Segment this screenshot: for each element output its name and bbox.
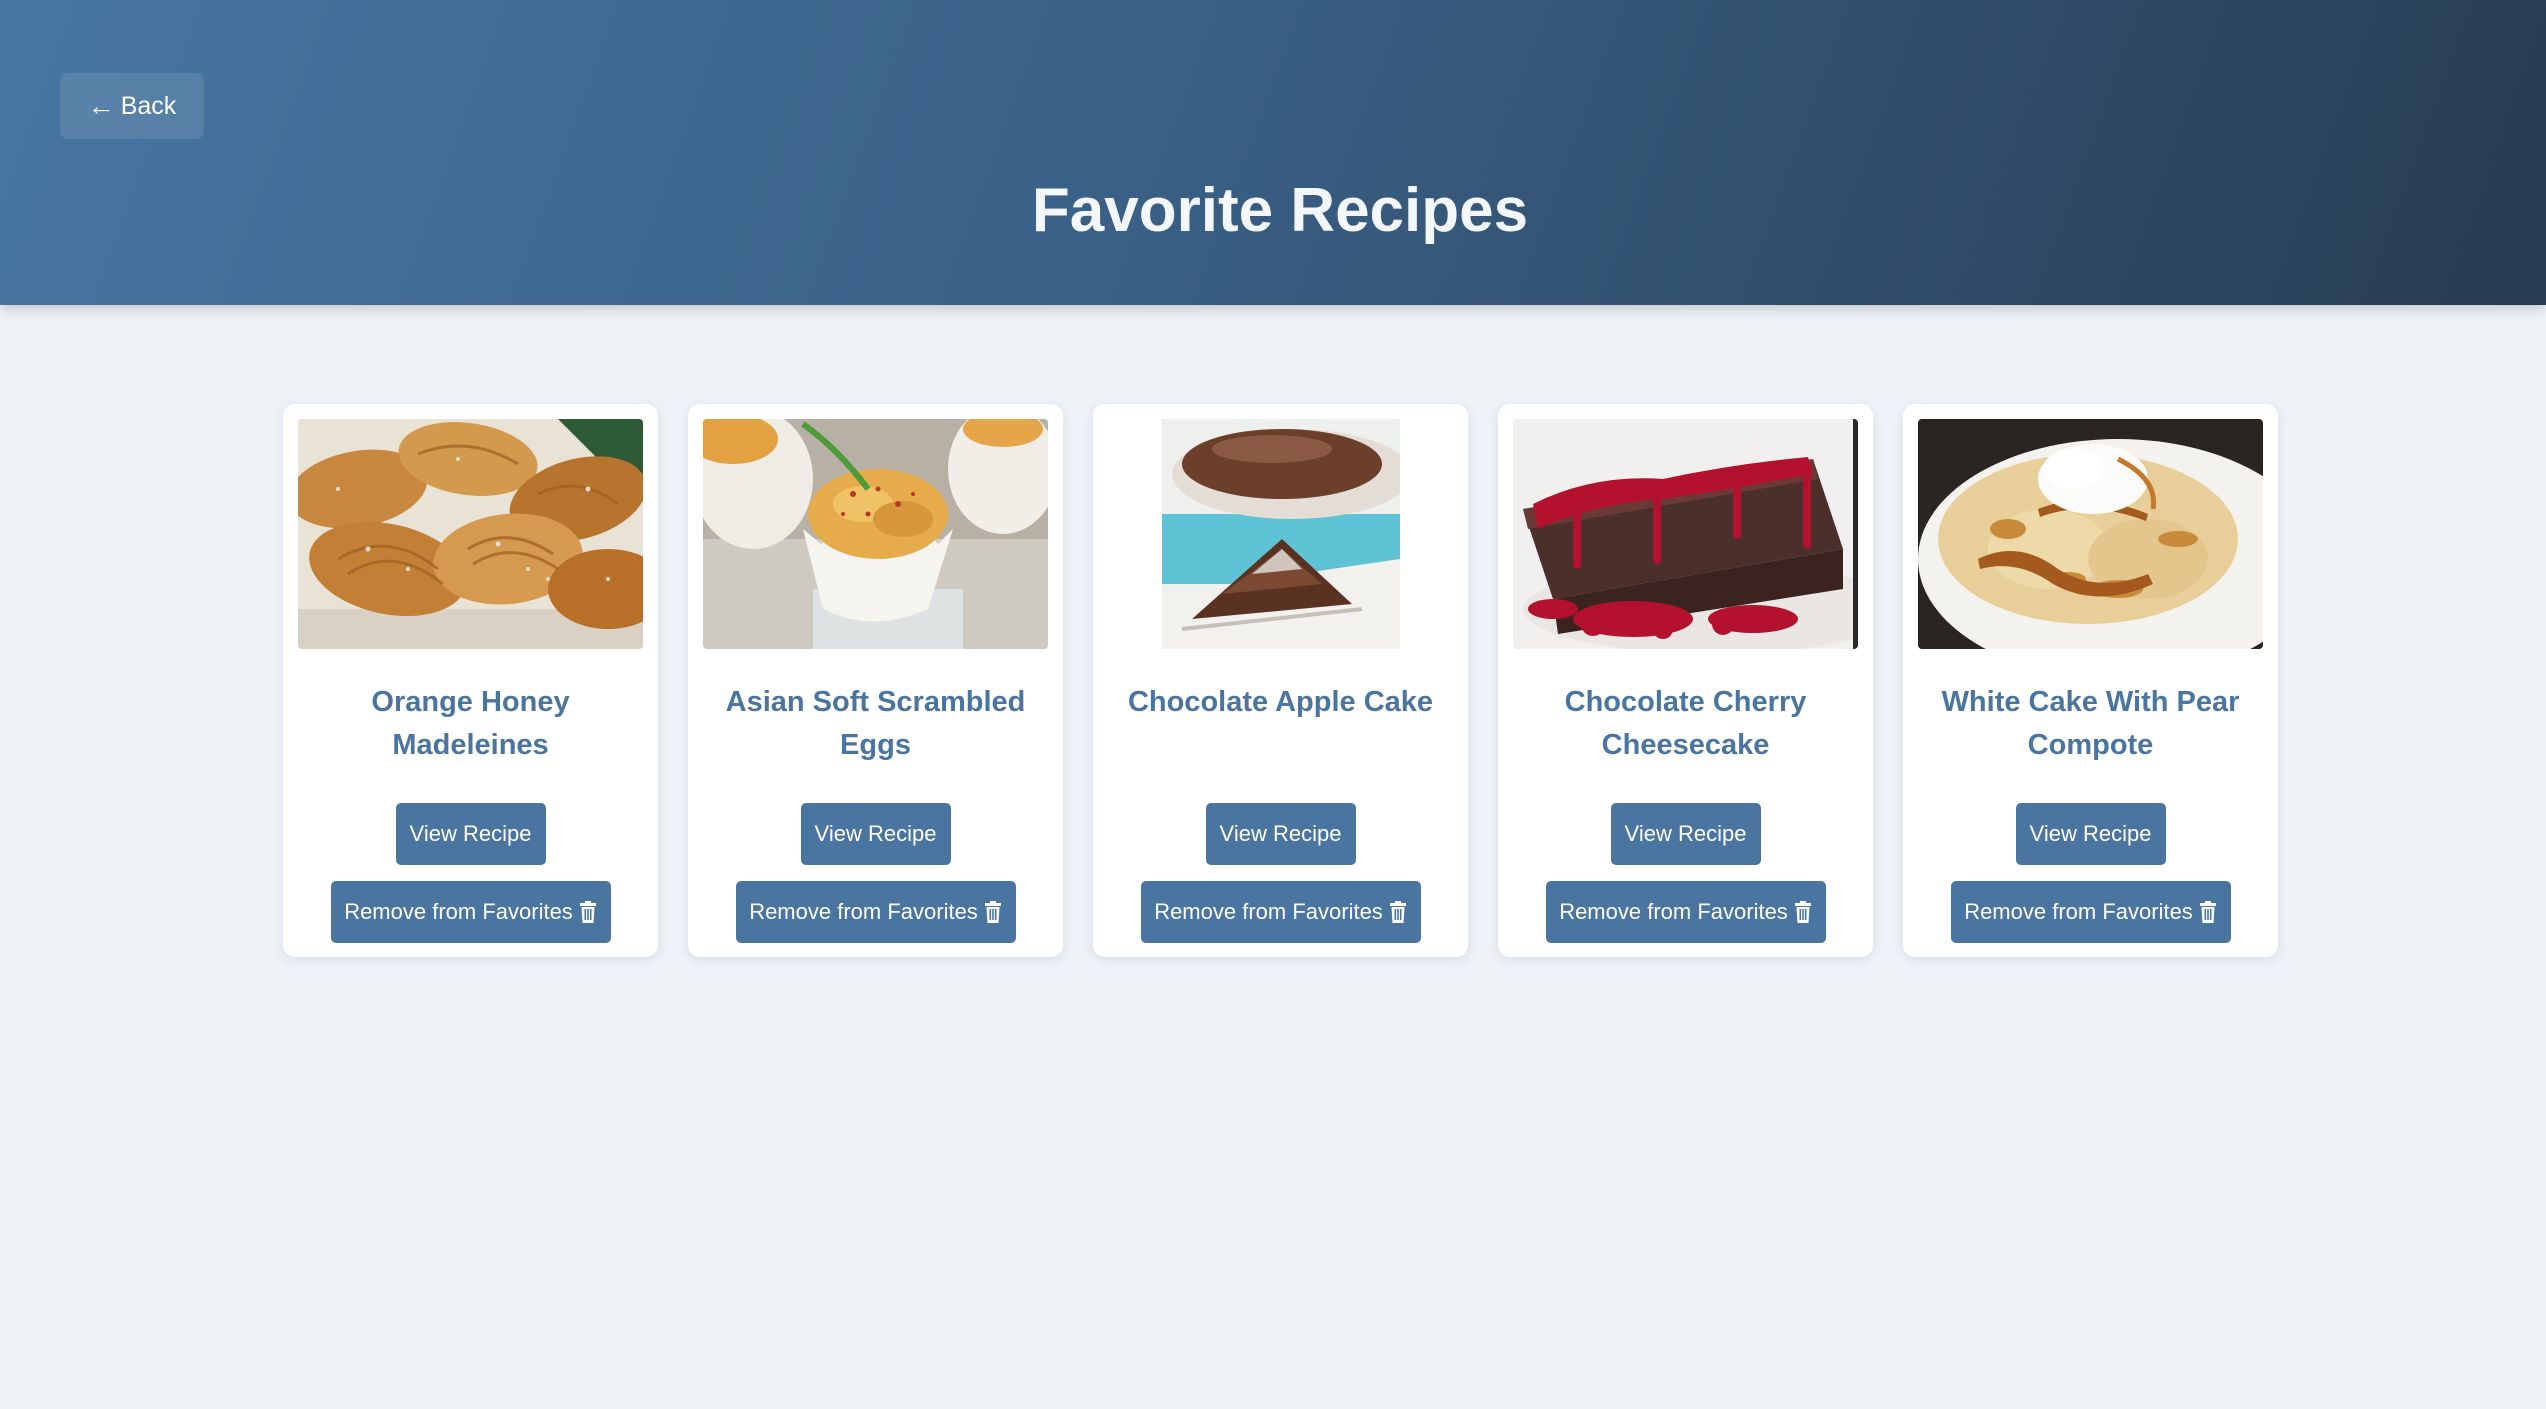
remove-from-favorites-button[interactable]: Remove from Favorites <box>1545 881 1826 943</box>
trash-icon <box>579 901 597 923</box>
page-title: Favorite Recipes <box>1031 176 1529 245</box>
remove-button-label: Remove from Favorites <box>344 899 573 924</box>
recipe-title: Chocolate Cherry Cheesecake <box>1564 686 1807 761</box>
recipe-title: Orange Honey Madeleines <box>371 686 570 761</box>
recipe-card: Asian Soft Scrambled Eggs View Recipe Re… <box>688 404 1063 957</box>
recipe-image[interactable] <box>1918 419 2263 649</box>
recipe-card: Chocolate Cherry Cheesecake View Recipe … <box>1498 404 1873 957</box>
cherry-cheesecake-photo <box>1513 419 1858 649</box>
recipe-image[interactable] <box>703 419 1048 649</box>
recipe-card-list: Orange Honey Madeleines View Recipe Remo… <box>283 404 2278 957</box>
recipe-title: Asian Soft Scrambled Eggs <box>725 686 1026 761</box>
remove-button-label: Remove from Favorites <box>1154 899 1383 924</box>
recipe-card: Orange Honey Madeleines View Recipe Remo… <box>283 404 658 957</box>
view-recipe-button[interactable]: View Recipe <box>395 803 546 865</box>
remove-button-label: Remove from Favorites <box>1559 899 1788 924</box>
view-recipe-button[interactable]: View Recipe <box>1610 803 1761 865</box>
recipe-image[interactable] <box>1513 419 1858 649</box>
remove-from-favorites-button[interactable]: Remove from Favorites <box>1140 881 1421 943</box>
recipe-card: White Cake With Pear Compote View Recipe… <box>1903 404 2278 957</box>
view-recipe-button[interactable]: View Recipe <box>1205 803 1356 865</box>
back-button-label: Back <box>120 91 177 120</box>
back-button[interactable]: ← Back <box>60 73 204 139</box>
recipe-title: Chocolate Apple Cake <box>1127 686 1434 718</box>
pear-compote-cake-photo <box>1918 419 2263 649</box>
madeleines-photo <box>298 419 643 649</box>
remove-from-favorites-button[interactable]: Remove from Favorites <box>1950 881 2231 943</box>
trash-icon <box>1389 901 1407 923</box>
view-recipe-button[interactable]: View Recipe <box>800 803 951 865</box>
left-arrow-icon: ← <box>87 90 115 121</box>
recipe-card: Chocolate Apple Cake View Recipe Remove … <box>1093 404 1468 957</box>
recipe-image[interactable] <box>298 419 643 649</box>
recipe-image[interactable] <box>1108 419 1453 649</box>
scrambled-eggs-photo <box>703 419 1048 649</box>
remove-from-favorites-button[interactable]: Remove from Favorites <box>330 881 611 943</box>
page-header: ← Back Favorite Recipes <box>0 0 2546 305</box>
chocolate-apple-cake-photo <box>1161 419 1400 649</box>
trash-icon <box>984 901 1002 923</box>
view-recipe-button[interactable]: View Recipe <box>2015 803 2166 865</box>
trash-icon <box>1794 901 1812 923</box>
remove-button-label: Remove from Favorites <box>1964 899 2193 924</box>
remove-button-label: Remove from Favorites <box>749 899 978 924</box>
recipe-title: White Cake With Pear Compote <box>1941 686 2240 761</box>
remove-from-favorites-button[interactable]: Remove from Favorites <box>735 881 1016 943</box>
trash-icon <box>2199 901 2217 923</box>
